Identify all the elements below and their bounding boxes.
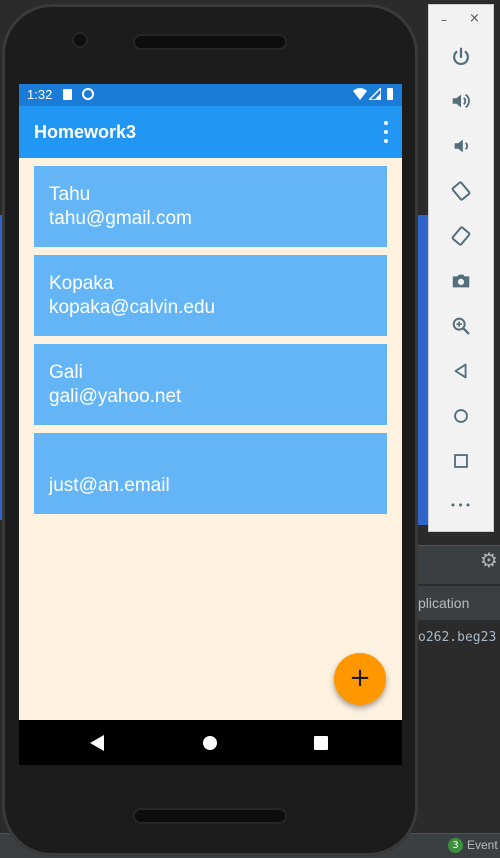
contact-list: Tahu tahu@gmail.com Kopaka kopaka@calvin… (34, 166, 387, 522)
phone-screen: 1:32 Homework3 Tahu tahu@gmail.com Kopak… (19, 84, 402, 765)
sd-card-icon (63, 89, 72, 100)
ide-tab[interactable]: plication (410, 586, 500, 620)
home-icon[interactable] (449, 404, 473, 428)
contact-name: Kopaka (49, 273, 114, 294)
recent-apps-icon[interactable] (314, 736, 328, 750)
contact-email: just@an.email (49, 475, 170, 496)
contact-email: gali@yahoo.net (49, 386, 182, 407)
ide-editor-strip (418, 215, 428, 525)
bottom-speaker (135, 810, 285, 822)
emulator-toolbar: – × ••• (428, 4, 494, 532)
contact-card[interactable]: just@an.email (34, 433, 387, 514)
event-count-badge: 3 (448, 838, 463, 853)
power-icon[interactable] (449, 45, 473, 69)
contact-name: Tahu (49, 184, 91, 205)
volume-up-icon[interactable] (449, 89, 473, 113)
minimize-button[interactable]: – (441, 13, 447, 27)
overview-icon[interactable] (449, 449, 473, 473)
camera-icon[interactable] (449, 269, 473, 293)
app-bar: Homework3 (19, 106, 402, 158)
app-title: Homework3 (34, 122, 137, 142)
add-contact-button[interactable]: + (334, 653, 386, 705)
front-camera (74, 34, 86, 46)
back-icon[interactable] (90, 735, 104, 751)
more-options-icon[interactable]: ••• (449, 494, 473, 518)
zoom-icon[interactable] (449, 314, 473, 338)
top-speaker (135, 36, 285, 48)
contact-email: kopaka@calvin.edu (49, 297, 216, 318)
home-icon[interactable] (203, 736, 217, 750)
volume-down-icon[interactable] (449, 134, 473, 158)
status-time: 1:32 (27, 87, 53, 102)
status-bar: 1:32 (19, 84, 402, 106)
contact-name: Gali (49, 362, 83, 383)
event-log-label[interactable]: Event (467, 838, 498, 852)
navigation-bar (19, 720, 402, 765)
wifi-icon (353, 88, 367, 100)
contact-card[interactable]: Tahu tahu@gmail.com (34, 166, 387, 247)
close-button[interactable]: × (469, 11, 480, 26)
battery-icon (387, 88, 393, 100)
rotate-right-icon[interactable] (449, 224, 473, 248)
gear-icon[interactable]: ⚙ (480, 548, 498, 572)
contact-card[interactable]: Gali gali@yahoo.net (34, 344, 387, 425)
rotate-left-icon[interactable] (449, 179, 473, 203)
contact-card[interactable]: Kopaka kopaka@calvin.edu (34, 255, 387, 336)
data-saver-icon (82, 88, 94, 100)
ide-code-line: o262.beg23 (418, 630, 497, 645)
signal-icon (369, 88, 381, 100)
contact-email: tahu@gmail.com (49, 208, 192, 229)
overflow-menu-icon[interactable] (382, 121, 390, 143)
back-icon[interactable] (449, 359, 473, 383)
contact-name (49, 450, 372, 474)
